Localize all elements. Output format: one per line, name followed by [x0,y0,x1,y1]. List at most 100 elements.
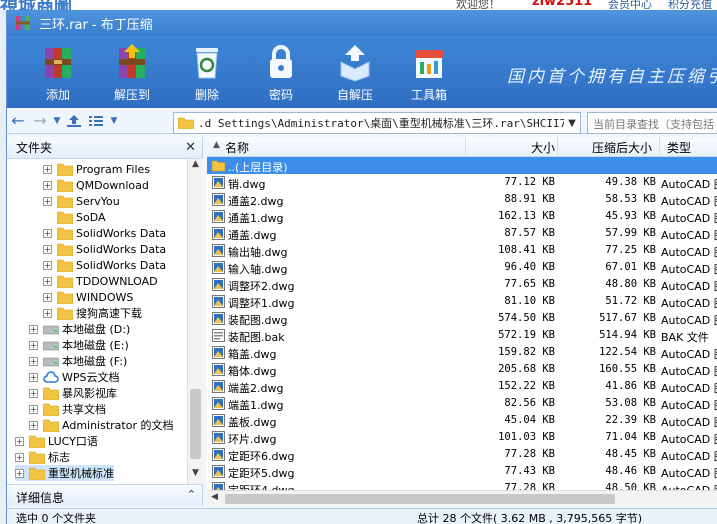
file-size: 108.41 KB [498,244,555,256]
scroll-up-icon[interactable]: ▲ [188,159,203,175]
tree-item-label: SoDA [76,210,106,224]
dwg-file-icon [212,414,225,427]
file-list-hscrollbar[interactable]: ◀ [207,490,717,506]
expand-toggle-icon[interactable]: + [15,436,24,446]
address-dropdown-icon[interactable]: ▼ [564,118,580,129]
expand-toggle-icon[interactable]: + [43,180,52,190]
file-row[interactable]: 定距环6.dwg 77.28 KB 48.45 KB AutoCAD 图 [207,446,717,463]
tree-item[interactable]: + 重型机械标准 [15,465,114,481]
scroll-left-icon[interactable]: ◀ [211,492,218,502]
search-input[interactable]: 当前目录查找（支持包括 [587,112,717,134]
up-folder-icon[interactable] [63,110,85,132]
tree-item[interactable]: + SolidWorks Data [43,241,166,257]
chevron-up-icon[interactable]: ⌃ [187,488,196,501]
expand-toggle-icon[interactable]: + [43,292,52,302]
tree-item[interactable]: + WPS云文档 [29,369,120,385]
expand-toggle-icon[interactable]: + [29,340,38,350]
expand-toggle-icon[interactable]: + [29,420,38,430]
view-list-icon[interactable] [85,110,107,132]
expand-toggle-icon[interactable]: + [43,308,52,318]
extract-to-button[interactable]: 解压到 [100,42,164,106]
background-username[interactable]: ziw2511 [532,0,592,9]
tree-item[interactable]: + 本地磁盘 (E:) [29,337,129,353]
expand-toggle-icon[interactable]: + [43,196,52,206]
tree-item-label: WINDOWS [76,290,134,304]
expand-toggle-icon[interactable]: + [43,228,52,238]
tree-item[interactable]: + QMDownload [43,177,149,193]
parent-directory-row[interactable]: ..(上层目录) [207,157,717,174]
tree-item[interactable]: + 本地磁盘 (D:) [29,321,130,337]
column-type[interactable]: 类型 [667,139,691,156]
scroll-thumb[interactable] [190,389,201,459]
hscroll-thumb[interactable] [225,494,615,504]
tree-item[interactable]: + ServYou [43,193,120,209]
scroll-down-icon[interactable]: ▼ [188,468,203,484]
file-row[interactable]: 端盖1.dwg 82.56 KB 53.08 KB AutoCAD 图 [207,395,717,412]
file-row[interactable]: 盖板.dwg 45.04 KB 22.39 KB AutoCAD 图 [207,412,717,429]
tree-item[interactable]: + 本地磁盘 (F:) [29,353,127,369]
tree-item[interactable]: + LUCY口语 [15,433,98,449]
file-row[interactable]: 端盖2.dwg 152.22 KB 41.86 KB AutoCAD 图 [207,378,717,395]
expand-toggle-icon[interactable]: + [29,324,38,334]
file-row[interactable]: 输入轴.dwg 96.40 KB 67.01 KB AutoCAD 图 [207,259,717,276]
tree-item[interactable]: + SolidWorks Data [43,225,166,241]
tree-item[interactable]: + SolidWorks Data [43,257,166,273]
expand-toggle-icon[interactable]: + [15,468,24,478]
add-button[interactable]: 添加 [26,42,90,106]
file-row[interactable]: 通盖2.dwg 88.91 KB 58.53 KB AutoCAD 图 [207,191,717,208]
tree-item[interactable]: SoDA [43,209,106,225]
expand-toggle-icon[interactable]: + [43,164,52,174]
file-row[interactable]: 装配图.dwg 574.50 KB 517.67 KB AutoCAD 图 [207,310,717,327]
tree-item[interactable]: + WINDOWS [43,289,133,305]
tree-item[interactable]: + Administrator 的文档 [29,417,173,433]
password-button[interactable]: 密码 [249,42,313,106]
file-row[interactable]: 通盖1.dwg 162.13 KB 45.93 KB AutoCAD 图 [207,208,717,225]
file-name: 通盖.dwg [228,229,277,242]
tree-item[interactable]: + 暴风影视库 [29,385,117,401]
tree-item[interactable]: + 搜狗高速下载 [43,305,142,321]
dwg-file-icon [212,346,225,359]
delete-button[interactable]: 删除 [175,42,239,106]
file-row[interactable]: 箱盖.dwg 159.82 KB 122.54 KB AutoCAD 图 [207,344,717,361]
back-arrow-icon[interactable]: ← [7,110,29,132]
file-row[interactable]: 通盖.dwg 87.57 KB 57.99 KB AutoCAD 图 [207,225,717,242]
file-type: AutoCAD 图 [661,467,717,480]
background-member-center[interactable]: 会员中心 [608,0,652,10]
background-points-recharge[interactable]: 积分充值 [668,0,712,10]
expand-toggle-icon[interactable]: + [43,244,52,254]
tree-item[interactable]: + Program Files [43,161,150,177]
file-row[interactable]: 调整环1.dwg 81.10 KB 51.72 KB AutoCAD 图 [207,293,717,310]
file-row[interactable]: 销.dwg 77.12 KB 49.38 KB AutoCAD 图 [207,174,717,191]
forward-arrow-icon[interactable]: → [29,110,51,132]
file-row[interactable]: 装配图.bak 572.19 KB 514.94 KB BAK 文件 [207,327,717,344]
self-extract-button[interactable]: 自解压 [323,42,387,106]
file-row[interactable]: 调整环2.dwg 77.65 KB 48.80 KB AutoCAD 图 [207,276,717,293]
folder-icon [57,243,73,256]
expand-toggle-icon[interactable]: + [29,388,38,398]
expand-toggle-icon[interactable]: + [29,372,38,382]
expand-toggle-icon[interactable]: + [29,404,38,414]
expand-toggle-icon[interactable]: + [43,276,52,286]
details-pane-header[interactable]: 详细信息 ⌃ [7,484,203,506]
expand-toggle-icon[interactable]: + [15,452,24,462]
column-packed-size[interactable]: 压缩后大小 [592,139,652,156]
tree-item[interactable]: + 共享文档 [29,401,106,417]
close-icon[interactable]: ✕ [185,140,196,155]
tree-item[interactable]: + 标志 [15,449,70,465]
file-row[interactable]: 输出轴.dwg 108.41 KB 77.25 KB AutoCAD 图 [207,242,717,259]
tree-scrollbar[interactable]: ▲ ▼ [187,159,203,484]
details-pane-title: 详细信息 [16,491,65,505]
expand-toggle-icon[interactable]: + [29,356,38,366]
file-row[interactable]: 定距环5.dwg 77.43 KB 48.46 KB AutoCAD 图 [207,463,717,480]
expand-toggle-icon[interactable]: + [43,260,52,270]
history-dropdown-icon[interactable]: ▼ [51,110,63,132]
tree-item[interactable]: + TDDOWNLOAD [43,273,158,289]
folder-icon [29,435,45,448]
column-size[interactable]: 大小 [531,139,555,156]
view-dropdown-icon[interactable]: ▼ [107,110,121,132]
toolbox-button[interactable]: 工具箱 [397,42,461,106]
address-bar[interactable]: .d Settings\Administrator\桌面\重型机械标准\三环.r… [173,112,581,134]
file-row[interactable]: 箱体.dwg 205.68 KB 160.55 KB AutoCAD 图 [207,361,717,378]
file-row[interactable]: 环片.dwg 101.03 KB 71.04 KB AutoCAD 图 [207,429,717,446]
column-name[interactable]: 名称 [225,139,249,156]
